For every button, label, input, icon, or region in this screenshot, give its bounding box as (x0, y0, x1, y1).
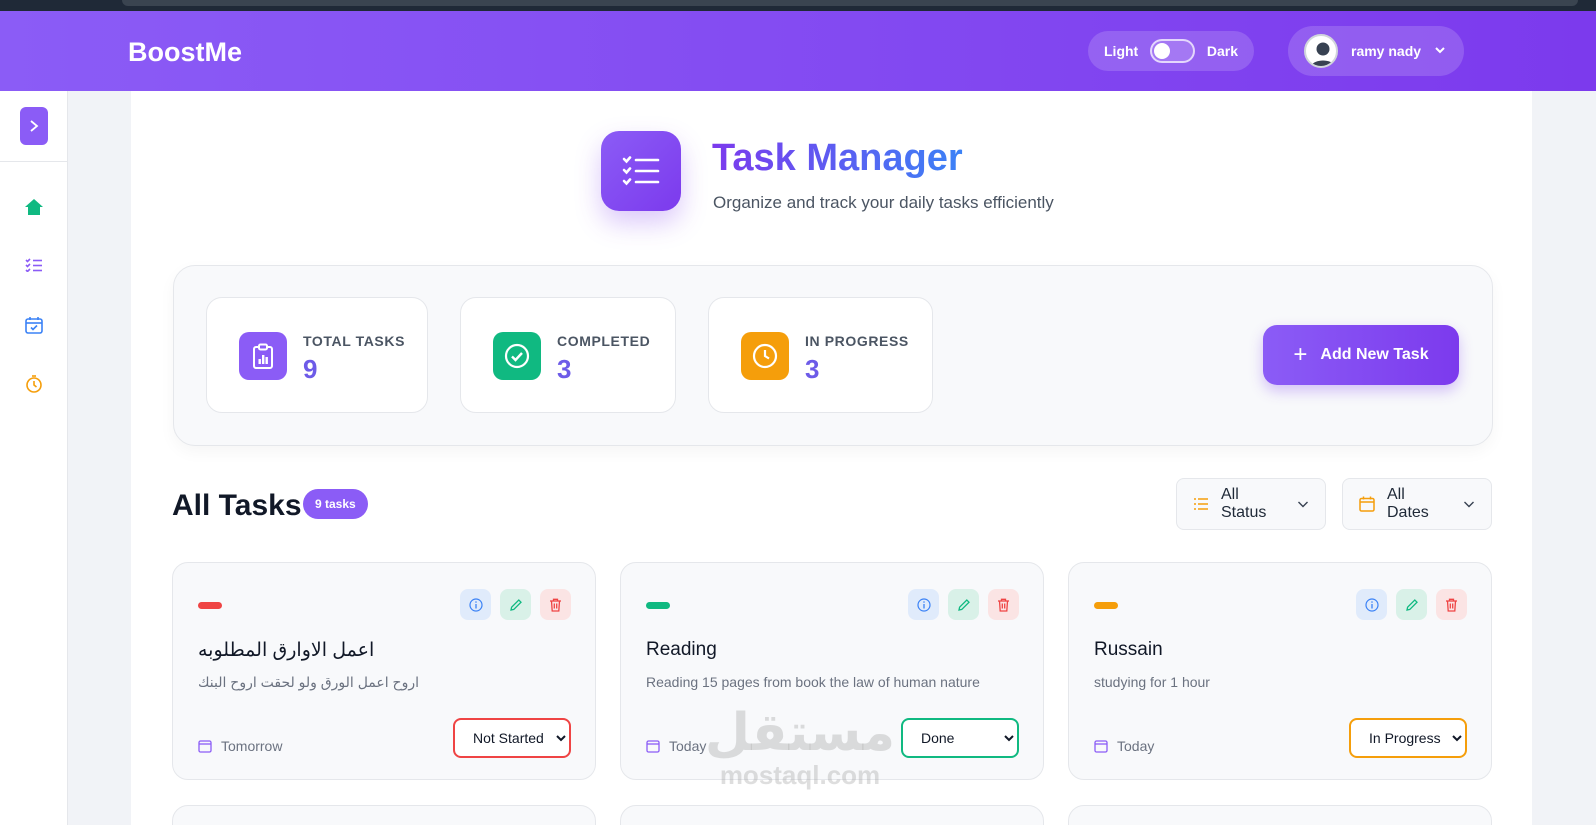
page-title: Task Manager (712, 137, 963, 179)
theme-toggle[interactable]: Light Dark (1088, 31, 1254, 71)
info-button[interactable] (460, 589, 491, 620)
page-subtitle: Organize and track your daily tasks effi… (713, 193, 1054, 212)
task-description: studying for 1 hour (1094, 674, 1210, 690)
avatar (1304, 34, 1338, 68)
theme-light-label: Light (1104, 43, 1139, 59)
task-title: Reading (646, 639, 717, 660)
task-card: Reading Reading 15 pages from book the l… (620, 562, 1044, 780)
task-card: Russain studying for 1 hour Today In Pro… (1068, 562, 1492, 780)
chevron-right-icon (30, 120, 39, 132)
task-status-select[interactable]: In Progress (1349, 718, 1467, 758)
plus-icon: + (1293, 341, 1308, 368)
task-date: Today (1117, 738, 1155, 754)
delete-button[interactable] (540, 589, 571, 620)
task-status-select[interactable]: Done (901, 718, 1019, 758)
add-task-label: Add New Task (1320, 346, 1429, 363)
edit-button[interactable] (500, 589, 531, 620)
trash-icon (998, 598, 1009, 612)
task-title: Russain (1094, 639, 1163, 660)
top-navbar: BoostMe Light Dark ramy nady (0, 11, 1596, 91)
chevron-down-icon (1297, 498, 1309, 510)
info-icon (1364, 597, 1379, 612)
pencil-icon (1405, 598, 1418, 611)
home-icon[interactable] (24, 197, 44, 217)
trash-icon (550, 598, 561, 612)
trash-icon (1446, 598, 1457, 612)
priority-indicator (646, 602, 670, 609)
theme-dark-label: Dark (1206, 43, 1238, 59)
task-list-icon[interactable] (24, 255, 44, 275)
task-card: اعمل الاوارق المطلوبه اروح اعمل الورق ول… (172, 562, 596, 780)
stat-card-total: TOTAL TASKS 9 (206, 297, 428, 413)
pencil-icon (509, 598, 522, 611)
task-card (1068, 805, 1492, 825)
task-card (172, 805, 596, 825)
theme-switch[interactable] (1150, 39, 1195, 63)
priority-indicator (1094, 602, 1118, 609)
date-filter-label: All Dates (1387, 486, 1429, 521)
stat-label: TOTAL TASKS (303, 333, 406, 349)
browser-top-strip (0, 0, 1596, 11)
delete-button[interactable] (1436, 589, 1467, 620)
stat-value: 3 (805, 354, 820, 384)
section-title: All Tasks (172, 489, 302, 522)
stat-label: COMPLETED (557, 333, 651, 349)
task-manager-icon (601, 131, 681, 211)
stat-label: IN PROGRESS (805, 333, 909, 349)
task-date: Today (669, 738, 707, 754)
info-icon (468, 597, 483, 612)
edit-button[interactable] (948, 589, 979, 620)
date-filter[interactable]: All Dates (1342, 478, 1492, 530)
task-status-select[interactable]: Not Started (453, 718, 571, 758)
status-filter-label: All Status (1221, 486, 1267, 521)
task-description: Reading 15 pages from book the law of hu… (646, 674, 980, 690)
sidebar (0, 91, 68, 825)
task-description: اروح اعمل الورق ولو لحقت اروح البنك (198, 674, 419, 690)
clipboard-chart-icon (239, 332, 287, 380)
task-title: اعمل الاوارق المطلوبه (198, 640, 375, 661)
status-filter[interactable]: All Status (1176, 478, 1326, 530)
add-new-task-button[interactable]: + Add New Task (1263, 325, 1459, 385)
calendar-icon (1359, 496, 1375, 512)
info-button[interactable] (1356, 589, 1387, 620)
calendar-icon (198, 739, 212, 753)
delete-button[interactable] (988, 589, 1019, 620)
task-card (620, 805, 1044, 825)
list-icon (1193, 497, 1209, 511)
stat-value: 9 (303, 354, 318, 384)
calendar-icon (646, 739, 660, 753)
check-circle-icon (493, 332, 541, 380)
pencil-icon (957, 598, 970, 611)
clock-icon (741, 332, 789, 380)
calendar-check-icon[interactable] (24, 315, 44, 335)
calendar-icon (1094, 739, 1108, 753)
info-icon (916, 597, 931, 612)
user-name: ramy nady (1351, 43, 1422, 59)
sidebar-expand-button[interactable] (20, 107, 48, 145)
stat-value: 3 (557, 354, 572, 384)
priority-indicator (198, 602, 222, 609)
user-menu[interactable]: ramy nady (1288, 26, 1464, 76)
stat-card-completed: COMPLETED 3 (460, 297, 676, 413)
chevron-down-icon (1463, 498, 1475, 510)
stat-card-in-progress: IN PROGRESS 3 (708, 297, 933, 413)
chevron-down-icon (1434, 43, 1446, 59)
edit-button[interactable] (1396, 589, 1427, 620)
timer-icon[interactable] (24, 374, 44, 394)
task-count-badge: 9 tasks (303, 489, 368, 519)
brand-logo[interactable]: BoostMe (128, 37, 242, 68)
task-date: Tomorrow (221, 738, 283, 754)
info-button[interactable] (908, 589, 939, 620)
